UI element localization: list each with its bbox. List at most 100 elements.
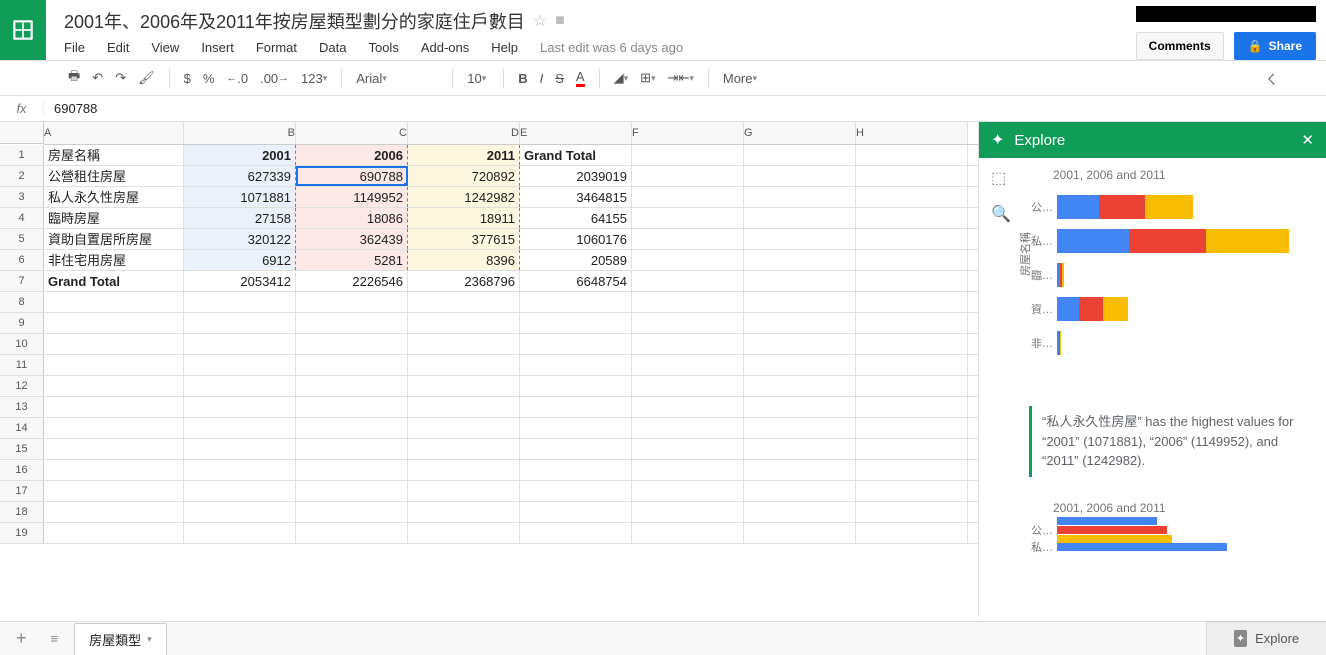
cell[interactable]: 18911 <box>408 208 520 228</box>
last-edit[interactable]: Last edit was 6 days ago <box>540 40 683 55</box>
cell[interactable] <box>744 355 856 375</box>
cell[interactable] <box>44 334 184 354</box>
cell[interactable]: 2011 <box>408 145 520 165</box>
cell[interactable] <box>744 208 856 228</box>
cell[interactable] <box>184 355 296 375</box>
cell[interactable] <box>856 313 968 333</box>
cell[interactable]: 377615 <box>408 229 520 249</box>
menu-view[interactable]: View <box>151 40 179 55</box>
col-header-F[interactable]: F <box>632 122 744 144</box>
row-header[interactable]: 13 <box>0 397 44 417</box>
cell[interactable]: 房屋名稱 <box>44 145 184 165</box>
text-color-button[interactable]: A <box>572 65 589 91</box>
cell[interactable] <box>184 439 296 459</box>
cell[interactable] <box>520 334 632 354</box>
cell[interactable] <box>184 313 296 333</box>
cell[interactable] <box>632 439 744 459</box>
cell[interactable] <box>632 481 744 501</box>
cell[interactable] <box>44 376 184 396</box>
cell[interactable]: 1071881 <box>184 187 296 207</box>
row-header[interactable]: 14 <box>0 418 44 438</box>
explore-chart-1[interactable]: 房屋名稱 公… 私… 臨… 資… 非… <box>1029 190 1314 390</box>
cell[interactable] <box>856 376 968 396</box>
cell[interactable]: 2006 <box>296 145 408 165</box>
cell[interactable]: 20589 <box>520 250 632 270</box>
cell[interactable] <box>744 523 856 543</box>
row-header[interactable]: 15 <box>0 439 44 459</box>
cell[interactable] <box>520 292 632 312</box>
menu-format[interactable]: Format <box>256 40 297 55</box>
active-cell[interactable]: 690788 <box>296 166 408 186</box>
row-header[interactable]: 4 <box>0 208 44 228</box>
row-header[interactable]: 10 <box>0 334 44 354</box>
cell[interactable]: 2226546 <box>296 271 408 291</box>
col-header-G[interactable]: G <box>744 122 856 144</box>
font-size-select[interactable]: 10 <box>463 67 493 90</box>
dec-increase-button[interactable]: .00→ <box>256 67 293 90</box>
cell[interactable] <box>44 292 184 312</box>
font-select[interactable]: Arial <box>352 67 442 90</box>
account-badge[interactable] <box>1136 6 1316 22</box>
menu-help[interactable]: Help <box>491 40 518 55</box>
cell[interactable] <box>856 334 968 354</box>
cell[interactable] <box>184 292 296 312</box>
fill-color-button[interactable]: ◢ <box>610 66 633 90</box>
col-header-C[interactable]: C <box>296 122 408 144</box>
undo-icon[interactable]: ↶ <box>88 66 107 90</box>
cell[interactable]: 非住宅用房屋 <box>44 250 184 270</box>
menu-insert[interactable]: Insert <box>201 40 234 55</box>
cell[interactable]: 362439 <box>296 229 408 249</box>
cell[interactable]: 2053412 <box>184 271 296 291</box>
cell[interactable] <box>856 271 968 291</box>
star-icon[interactable]: ☆ <box>533 11 547 31</box>
cell[interactable] <box>856 439 968 459</box>
cell[interactable] <box>856 481 968 501</box>
cell[interactable] <box>296 292 408 312</box>
cell[interactable] <box>296 523 408 543</box>
cell[interactable] <box>44 523 184 543</box>
cell[interactable] <box>44 418 184 438</box>
number-format-button[interactable]: 123 <box>297 67 331 90</box>
cell[interactable] <box>296 313 408 333</box>
cell[interactable] <box>632 334 744 354</box>
row-header[interactable]: 12 <box>0 376 44 396</box>
cell[interactable] <box>632 418 744 438</box>
all-sheets-button[interactable]: ≡ <box>43 631 67 646</box>
cell[interactable] <box>632 271 744 291</box>
cell[interactable]: 720892 <box>408 166 520 186</box>
cell[interactable] <box>184 523 296 543</box>
cell[interactable] <box>744 376 856 396</box>
redo-icon[interactable]: ↷ <box>111 66 130 90</box>
cell[interactable] <box>744 229 856 249</box>
more-button[interactable]: More <box>719 67 761 90</box>
cell[interactable] <box>408 481 520 501</box>
cell[interactable] <box>856 208 968 228</box>
cell[interactable]: 27158 <box>184 208 296 228</box>
cell[interactable] <box>744 502 856 522</box>
paint-format-icon[interactable]: 🖌 <box>134 66 159 90</box>
row-header[interactable]: 16 <box>0 460 44 480</box>
cell[interactable] <box>744 313 856 333</box>
cell[interactable] <box>632 145 744 165</box>
cell[interactable] <box>296 376 408 396</box>
row-header[interactable]: 9 <box>0 313 44 333</box>
borders-button[interactable]: ⊞ <box>636 66 659 90</box>
cell[interactable] <box>856 229 968 249</box>
cell[interactable] <box>408 334 520 354</box>
row-header[interactable]: 3 <box>0 187 44 207</box>
cell[interactable] <box>632 397 744 417</box>
cell[interactable] <box>296 334 408 354</box>
cell[interactable] <box>408 502 520 522</box>
cell[interactable] <box>632 187 744 207</box>
col-header-B[interactable]: B <box>184 122 296 144</box>
doc-title[interactable]: 2001年、2006年及2011年按房屋類型劃分的家庭住戶數目 <box>64 8 525 34</box>
collapse-toolbar-icon[interactable]: ㄑ <box>1261 65 1282 92</box>
cell[interactable] <box>184 334 296 354</box>
cell[interactable] <box>856 355 968 375</box>
cell[interactable] <box>44 481 184 501</box>
cell[interactable] <box>856 460 968 480</box>
chevron-down-icon[interactable]: ▾ <box>147 634 152 645</box>
row-header[interactable]: 6 <box>0 250 44 270</box>
cell[interactable] <box>520 439 632 459</box>
explore-chart-2[interactable]: 公… 私… <box>1029 523 1314 618</box>
